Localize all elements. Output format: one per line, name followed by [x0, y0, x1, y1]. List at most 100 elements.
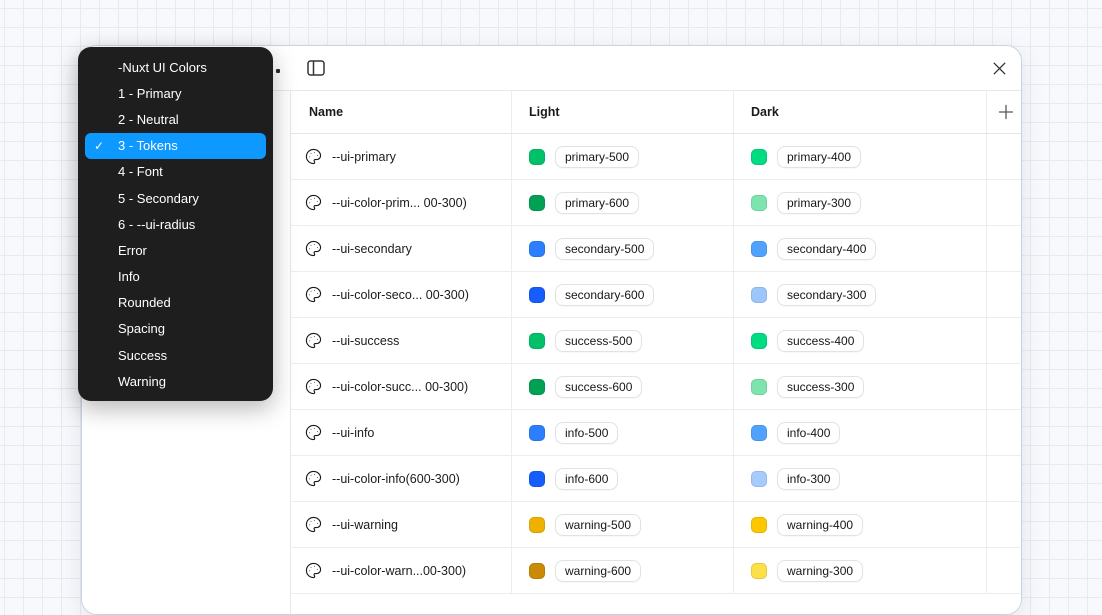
- table-row[interactable]: --ui-color-warn...00-300) warning-600 wa…: [291, 548, 1022, 594]
- token-alias-pill[interactable]: info-600: [555, 468, 618, 490]
- color-swatch[interactable]: [751, 517, 767, 533]
- dark-mode-cell[interactable]: success-300: [734, 364, 987, 409]
- table-row[interactable]: --ui-info info-500 info-400: [291, 410, 1022, 456]
- light-mode-cell[interactable]: success-500: [512, 318, 734, 363]
- table-row[interactable]: --ui-color-prim... 00-300) primary-600 p…: [291, 180, 1022, 226]
- dark-mode-cell[interactable]: secondary-400: [734, 226, 987, 271]
- light-mode-cell[interactable]: warning-600: [512, 548, 734, 593]
- light-mode-cell[interactable]: info-600: [512, 456, 734, 501]
- menu-item-error[interactable]: Error: [85, 237, 266, 263]
- light-mode-cell[interactable]: secondary-600: [512, 272, 734, 317]
- color-swatch[interactable]: [751, 195, 767, 211]
- menu-item-spacing[interactable]: Spacing: [85, 316, 266, 342]
- menu-item-label: 3 - Tokens: [118, 138, 178, 153]
- token-alias-pill[interactable]: info-400: [777, 422, 840, 444]
- color-swatch[interactable]: [751, 471, 767, 487]
- table-row[interactable]: --ui-warning warning-500 warning-400: [291, 502, 1022, 548]
- color-swatch[interactable]: [529, 333, 545, 349]
- token-alias-pill[interactable]: info-300: [777, 468, 840, 490]
- table-row[interactable]: --ui-color-info(600-300) info-600 info-3…: [291, 456, 1022, 502]
- token-alias-pill[interactable]: primary-600: [555, 192, 639, 214]
- color-swatch[interactable]: [529, 287, 545, 303]
- variable-name-cell[interactable]: --ui-color-prim... 00-300): [291, 180, 512, 225]
- table-row[interactable]: --ui-success success-500 success-400: [291, 318, 1022, 364]
- light-mode-cell[interactable]: primary-500: [512, 134, 734, 179]
- token-alias-pill[interactable]: success-500: [555, 330, 642, 352]
- token-alias-pill[interactable]: warning-300: [777, 560, 863, 582]
- menu-item-nuxt-ui-colors[interactable]: -Nuxt UI Colors: [85, 54, 266, 80]
- dark-mode-cell[interactable]: primary-400: [734, 134, 987, 179]
- light-mode-cell[interactable]: success-600: [512, 364, 734, 409]
- light-mode-cell[interactable]: warning-500: [512, 502, 734, 547]
- close-button[interactable]: [987, 56, 1011, 80]
- token-alias-pill[interactable]: success-400: [777, 330, 864, 352]
- variable-name-cell[interactable]: --ui-info: [291, 410, 512, 455]
- color-swatch[interactable]: [529, 149, 545, 165]
- dark-mode-cell[interactable]: warning-300: [734, 548, 987, 593]
- table-row[interactable]: --ui-color-succ... 00-300) success-600 s…: [291, 364, 1022, 410]
- color-swatch[interactable]: [529, 517, 545, 533]
- dark-mode-cell[interactable]: secondary-300: [734, 272, 987, 317]
- menu-item-5-secondary[interactable]: 5 - Secondary: [85, 185, 266, 211]
- color-swatch[interactable]: [751, 379, 767, 395]
- menu-item-3-tokens[interactable]: ✓3 - Tokens: [85, 133, 266, 159]
- table-row[interactable]: --ui-primary primary-500 primary-400: [291, 134, 1022, 180]
- variable-name-cell[interactable]: --ui-color-succ... 00-300): [291, 364, 512, 409]
- color-swatch[interactable]: [751, 425, 767, 441]
- menu-item-rounded[interactable]: Rounded: [85, 290, 266, 316]
- menu-item-label: 1 - Primary: [118, 86, 182, 101]
- token-alias-pill[interactable]: secondary-300: [777, 284, 876, 306]
- table-row[interactable]: --ui-secondary secondary-500 secondary-4…: [291, 226, 1022, 272]
- variable-name-cell[interactable]: --ui-warning: [291, 502, 512, 547]
- token-alias-pill[interactable]: warning-400: [777, 514, 863, 536]
- token-alias-pill[interactable]: secondary-600: [555, 284, 654, 306]
- color-swatch[interactable]: [529, 379, 545, 395]
- dark-mode-cell[interactable]: info-400: [734, 410, 987, 455]
- color-swatch[interactable]: [751, 287, 767, 303]
- color-swatch[interactable]: [529, 195, 545, 211]
- token-alias-pill[interactable]: secondary-500: [555, 238, 654, 260]
- variable-name-cell[interactable]: --ui-color-info(600-300): [291, 456, 512, 501]
- light-mode-cell[interactable]: secondary-500: [512, 226, 734, 271]
- color-swatch[interactable]: [751, 149, 767, 165]
- token-alias-pill[interactable]: warning-600: [555, 560, 641, 582]
- variable-name-cell[interactable]: --ui-success: [291, 318, 512, 363]
- menu-item-success[interactable]: Success: [85, 342, 266, 368]
- light-mode-cell[interactable]: primary-600: [512, 180, 734, 225]
- color-swatch[interactable]: [751, 563, 767, 579]
- menu-item-1-primary[interactable]: 1 - Primary: [85, 80, 266, 106]
- token-alias-pill[interactable]: info-500: [555, 422, 618, 444]
- token-alias-label: success-600: [565, 380, 632, 394]
- variable-name-cell[interactable]: --ui-color-warn...00-300): [291, 548, 512, 593]
- color-swatch[interactable]: [529, 241, 545, 257]
- color-swatch[interactable]: [751, 241, 767, 257]
- menu-item-6-ui-radius[interactable]: 6 - --ui-radius: [85, 211, 266, 237]
- token-alias-pill[interactable]: secondary-400: [777, 238, 876, 260]
- add-mode-button[interactable]: [994, 100, 1018, 124]
- toggle-sidebar-button[interactable]: [304, 56, 328, 80]
- table-row[interactable]: --ui-color-seco... 00-300) secondary-600…: [291, 272, 1022, 318]
- dark-mode-cell[interactable]: info-300: [734, 456, 987, 501]
- token-alias-pill[interactable]: success-600: [555, 376, 642, 398]
- token-alias-pill[interactable]: warning-500: [555, 514, 641, 536]
- token-alias-pill[interactable]: primary-500: [555, 146, 639, 168]
- token-alias-pill[interactable]: success-300: [777, 376, 864, 398]
- token-alias-pill[interactable]: primary-400: [777, 146, 861, 168]
- dark-mode-cell[interactable]: warning-400: [734, 502, 987, 547]
- color-swatch[interactable]: [751, 333, 767, 349]
- token-alias-label: secondary-600: [565, 288, 644, 302]
- color-swatch[interactable]: [529, 471, 545, 487]
- variable-name-cell[interactable]: --ui-secondary: [291, 226, 512, 271]
- variable-name-cell[interactable]: --ui-color-seco... 00-300): [291, 272, 512, 317]
- color-swatch[interactable]: [529, 563, 545, 579]
- menu-item-4-font[interactable]: 4 - Font: [85, 159, 266, 185]
- color-swatch[interactable]: [529, 425, 545, 441]
- variable-name-cell[interactable]: --ui-primary: [291, 134, 512, 179]
- menu-item-2-neutral[interactable]: 2 - Neutral: [85, 106, 266, 132]
- menu-item-warning[interactable]: Warning: [85, 368, 266, 394]
- dark-mode-cell[interactable]: primary-300: [734, 180, 987, 225]
- menu-item-info[interactable]: Info: [85, 264, 266, 290]
- dark-mode-cell[interactable]: success-400: [734, 318, 987, 363]
- light-mode-cell[interactable]: info-500: [512, 410, 734, 455]
- token-alias-pill[interactable]: primary-300: [777, 192, 861, 214]
